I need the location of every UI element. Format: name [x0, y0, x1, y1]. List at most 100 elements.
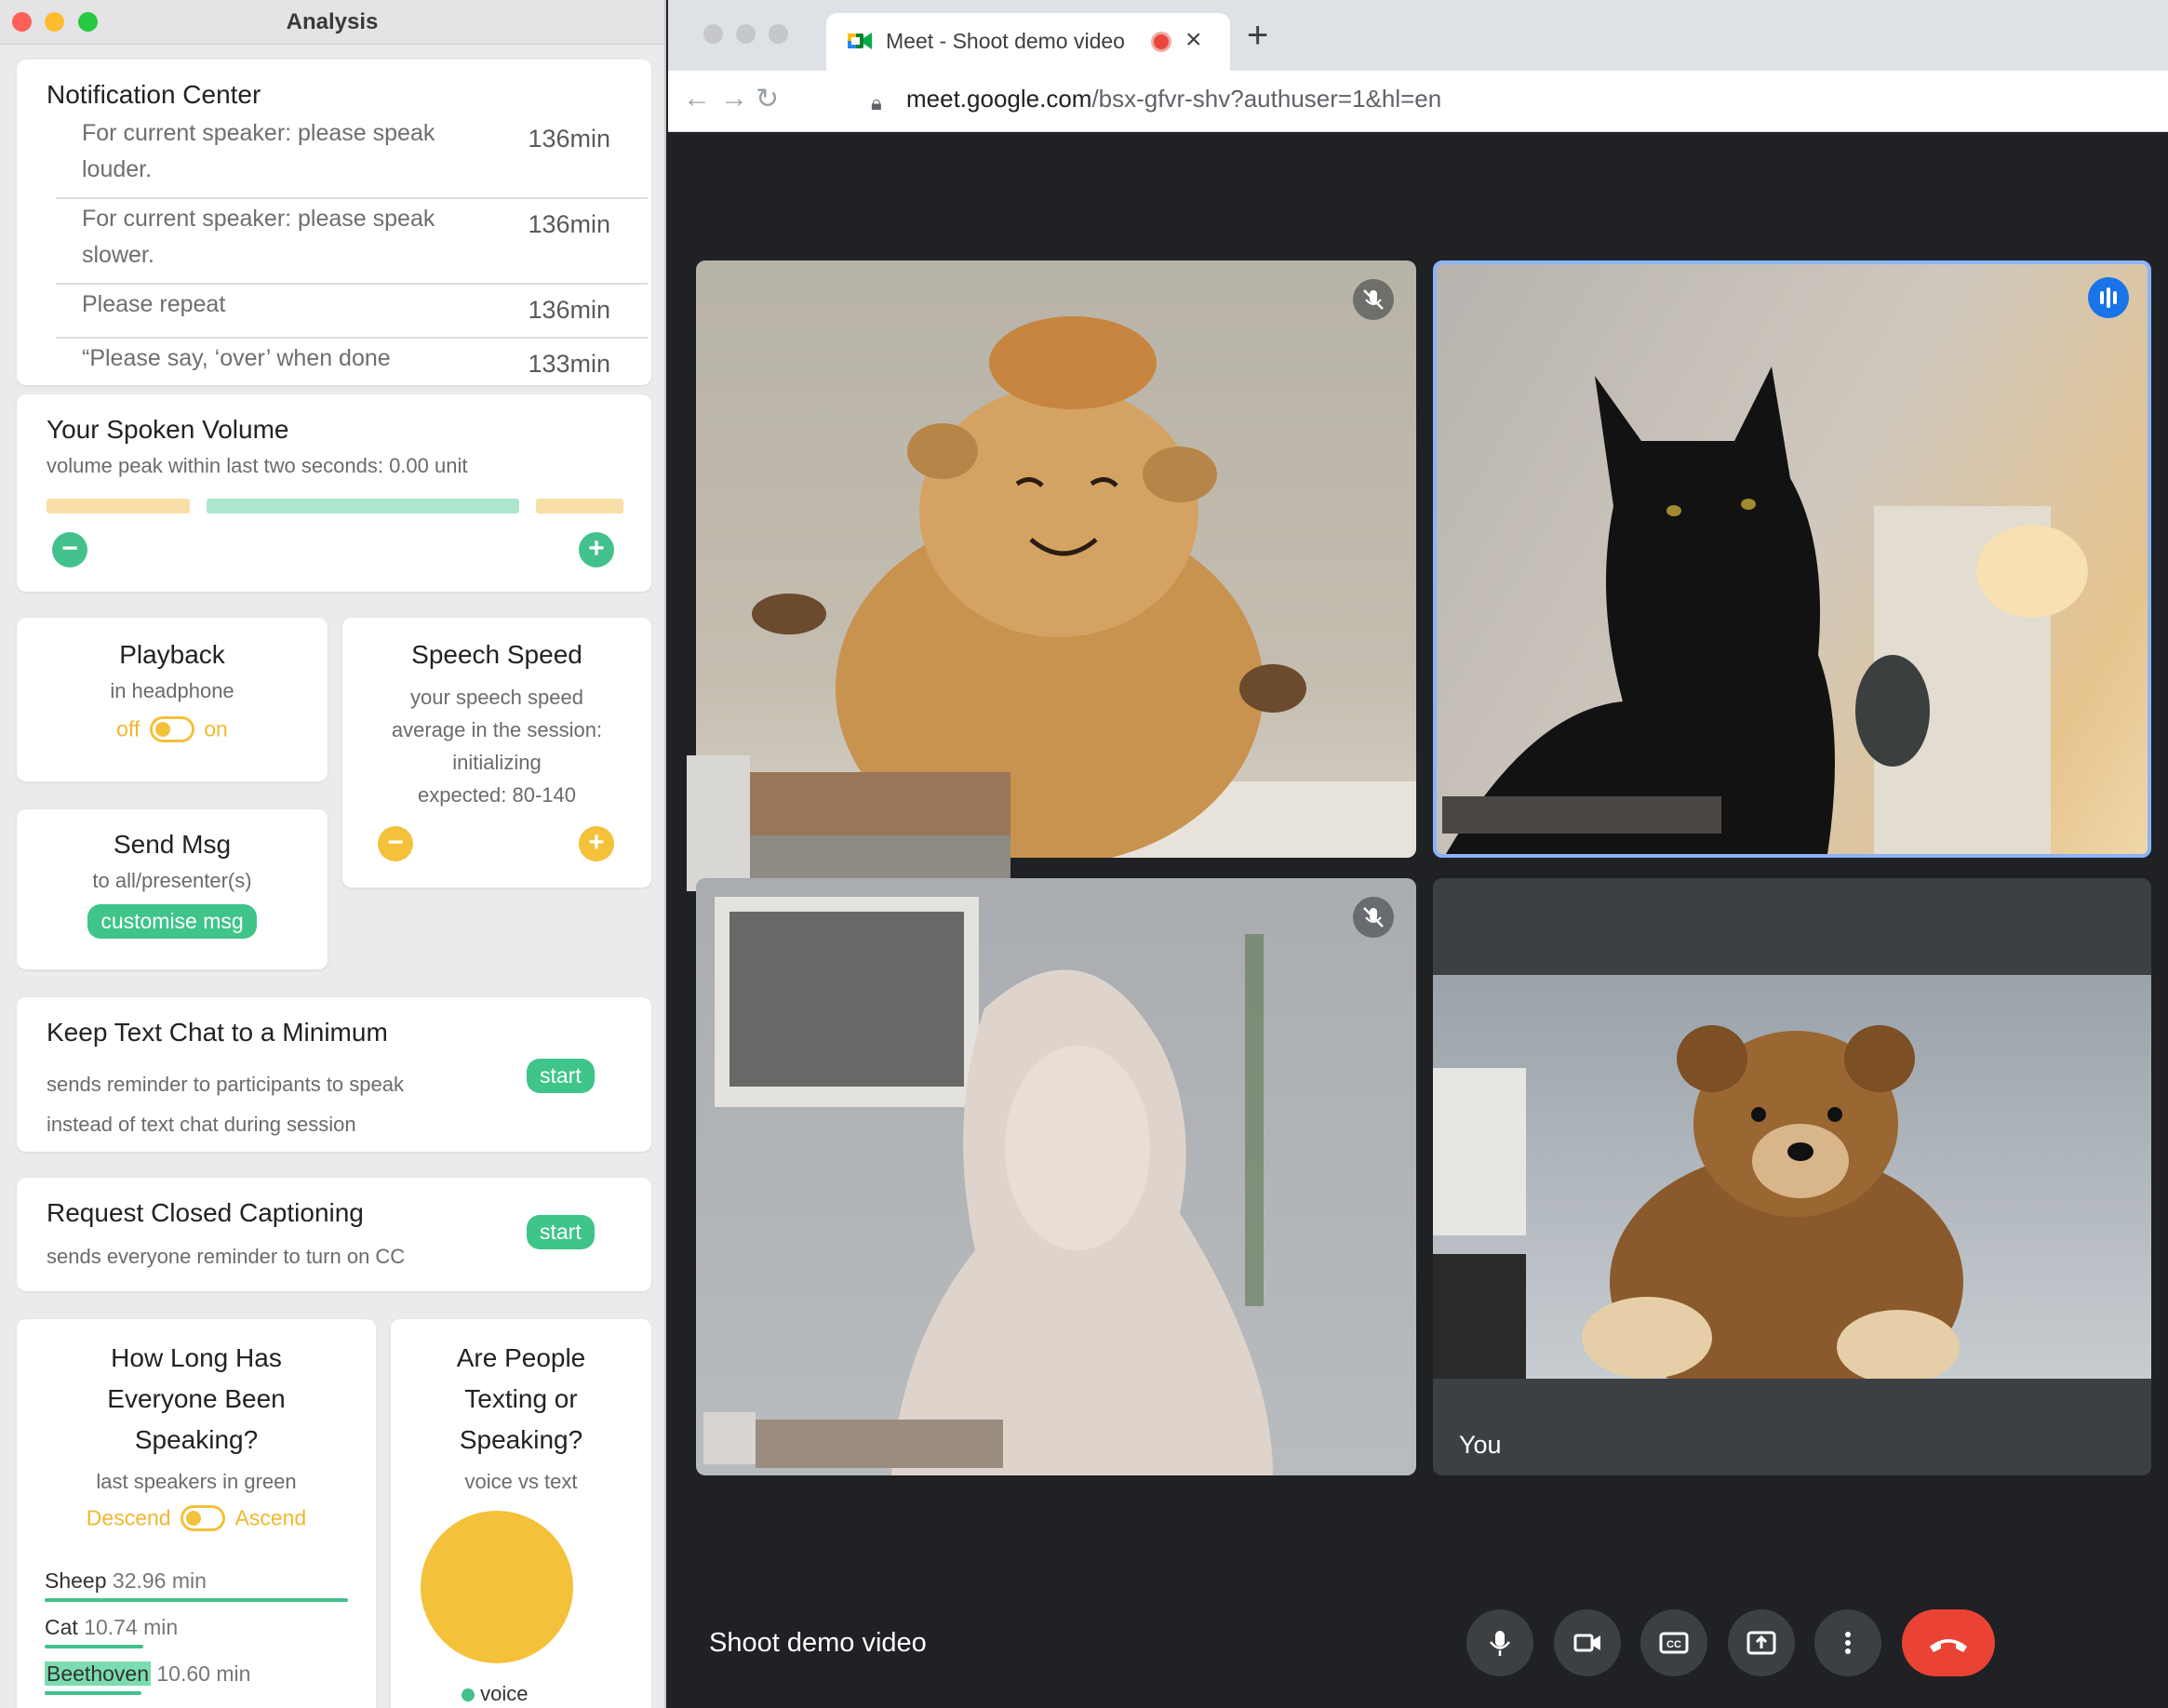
speech-speed-value: initializing — [452, 751, 542, 774]
forward-icon[interactable]: → — [720, 83, 748, 114]
participant-tile-you[interactable]: You — [1433, 878, 2151, 1475]
back-icon[interactable]: ← — [683, 83, 711, 114]
bust-video — [715, 897, 1273, 1475]
ascend-label: Ascend — [234, 1505, 307, 1530]
speaker-minutes: 10.60 min — [156, 1661, 251, 1686]
name-redaction — [687, 755, 750, 891]
texting-card: Are People Texting or Speaking? voice vs… — [391, 1319, 651, 1708]
send-msg-title: Send Msg — [113, 830, 232, 859]
microphone-button[interactable] — [1466, 1609, 1533, 1676]
legend-dot-icon — [462, 1688, 475, 1702]
speaker-name: Cat — [45, 1615, 78, 1639]
sheep-video — [696, 316, 1416, 858]
lock-icon[interactable]: 🔒︎ — [871, 91, 882, 115]
notification-time: 136min — [528, 125, 610, 153]
meet-icon — [848, 33, 872, 49]
volume-title: Your Spoken Volume — [47, 415, 289, 444]
notification-text: For current speaker: please speak — [82, 120, 435, 146]
spoken-volume-card: Your Spoken Volume volume peak within la… — [17, 394, 651, 592]
volume-target-zone — [207, 499, 519, 514]
notification-time: 136min — [528, 296, 610, 324]
participant-tile-cat[interactable] — [1433, 260, 2151, 858]
camera-button[interactable] — [1554, 1609, 1621, 1676]
url-host: meet.google.com — [906, 85, 1092, 113]
speaker-bar — [45, 1598, 348, 1602]
mic-off-icon — [1353, 279, 1394, 320]
speech-speed-expected: expected: 80-140 — [417, 783, 577, 807]
notification-text: Please repeat — [82, 291, 226, 317]
camera-icon — [1573, 1634, 1600, 1652]
window-title: Analysis — [286, 9, 379, 34]
playback-toggle[interactable] — [149, 716, 194, 742]
captions-button[interactable]: CC — [1640, 1609, 1707, 1676]
texting-title: Speaking? — [459, 1425, 583, 1454]
speaking-time-card: How Long Has Everyone Been Speaking? las… — [17, 1319, 376, 1708]
captioning-title: Request Closed Captioning — [47, 1198, 364, 1227]
participant-tile-beethoven[interactable] — [696, 878, 1416, 1475]
captions-icon: CC — [1659, 1632, 1689, 1654]
text-chat-desc: instead of text chat during session — [47, 1113, 356, 1136]
notification-center-card: Notification Center For current speaker:… — [17, 60, 651, 385]
close-tab-icon[interactable]: × — [1185, 24, 1202, 56]
pie-legend: voice — [462, 1682, 528, 1706]
sort-order-toggle[interactable] — [181, 1505, 226, 1531]
voice-text-pie — [421, 1511, 573, 1663]
speaker-row: Beethoven 10.60 min — [45, 1661, 250, 1687]
url-path: /bsx-gfvr-shv?authuser=1&hl=en — [1091, 85, 1442, 113]
name-redaction — [703, 1412, 756, 1464]
speaking-indicator-icon — [2088, 277, 2129, 318]
browser-window: Meet - Shoot demo video × + ← → ↻ 🔒︎ mee… — [668, 0, 2168, 1708]
present-icon — [1746, 1631, 1776, 1655]
browser-toolbar: ← → ↻ 🔒︎ meet.google.com/bsx-gfvr-shv?au… — [668, 71, 2168, 132]
reload-icon[interactable]: ↻ — [756, 83, 779, 115]
browser-minimize-button[interactable] — [736, 24, 756, 44]
text-chat-start-button[interactable]: start — [527, 1059, 595, 1093]
captioning-card: Request Closed Captioning sends everyone… — [17, 1178, 651, 1291]
playback-on-label: on — [204, 716, 228, 741]
browser-zoom-button[interactable] — [769, 24, 788, 44]
speed-increase-button[interactable]: + — [579, 826, 614, 861]
svg-text:CC: CC — [1666, 1639, 1681, 1650]
name-redaction — [1442, 796, 1721, 834]
speaking-time-title: Everyone Been — [107, 1384, 286, 1413]
volume-increase-button[interactable]: + — [579, 532, 614, 567]
text-chat-card: Keep Text Chat to a Minimum sends remind… — [17, 997, 651, 1152]
tab-meet[interactable]: Meet - Shoot demo video × — [826, 13, 1230, 71]
speaker-row: Cat 10.74 min — [45, 1615, 178, 1640]
speech-speed-desc: average in the session: — [391, 718, 603, 741]
speaker-bar — [45, 1645, 143, 1648]
tab-title: Meet - Shoot demo video — [886, 29, 1125, 53]
captioning-start-button[interactable]: start — [527, 1215, 595, 1249]
participant-tile-sheep[interactable] — [696, 260, 1416, 858]
playback-subtitle: in headphone — [110, 679, 234, 702]
descend-label: Descend — [86, 1505, 171, 1530]
tab-strip: Meet - Shoot demo video × + — [668, 0, 2168, 71]
text-chat-desc: sends reminder to participants to speak — [47, 1073, 404, 1096]
speaker-minutes: 10.74 min — [84, 1615, 179, 1639]
meeting-name: Shoot demo video — [709, 1628, 927, 1658]
speaking-time-subtitle: last speakers in green — [96, 1470, 297, 1493]
volume-high-zone — [536, 499, 623, 514]
speed-decrease-button[interactable]: − — [378, 826, 413, 861]
browser-close-button[interactable] — [703, 24, 723, 44]
new-tab-button[interactable]: + — [1247, 15, 1268, 57]
name-redaction — [756, 1420, 1003, 1468]
legend-voice-label: voice — [480, 1682, 529, 1705]
end-call-button[interactable] — [1902, 1609, 1995, 1676]
volume-decrease-button[interactable]: − — [52, 532, 87, 567]
captioning-desc: sends everyone reminder to turn on CC — [47, 1245, 406, 1268]
playback-off-label: off — [116, 716, 141, 741]
self-label: You — [1459, 1431, 1502, 1459]
speech-speed-title: Speech Speed — [411, 640, 582, 669]
notification-text-cont: louder. — [82, 156, 153, 182]
volume-subtitle: volume peak within last two seconds: 0.0… — [47, 454, 468, 477]
address-bar[interactable]: meet.google.com/bsx-gfvr-shv?authuser=1&… — [906, 85, 1441, 113]
customise-msg-button[interactable]: customise msg — [87, 904, 257, 939]
speaker-minutes: 32.96 min — [112, 1568, 207, 1593]
more-options-button[interactable] — [1814, 1609, 1881, 1676]
notification-time: 136min — [528, 210, 610, 238]
present-button[interactable] — [1728, 1609, 1795, 1676]
microphone-icon — [1490, 1631, 1510, 1656]
self-video — [1433, 975, 2151, 1379]
send-msg-card: Send Msg to all/presenter(s) customise m… — [17, 809, 328, 969]
